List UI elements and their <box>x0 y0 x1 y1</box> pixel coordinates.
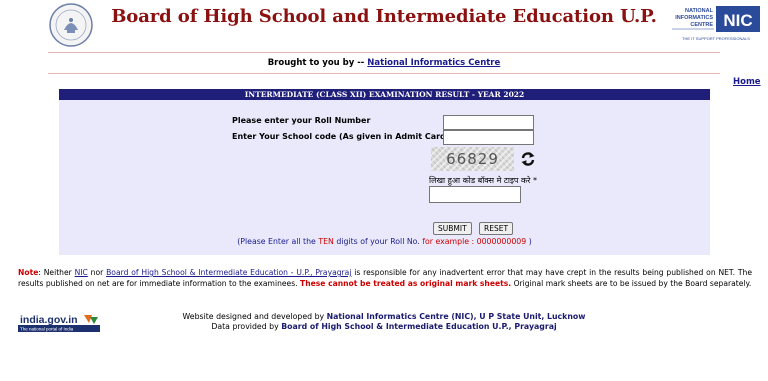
credits-line-2: Data provided by Board of High School & … <box>0 322 768 332</box>
roll-note-example: for example : 0000000009 <box>422 237 527 246</box>
school-code-input[interactable] <box>443 130 534 145</box>
nic-logo-line-2: INFORMATICS <box>675 15 713 21</box>
roll-note-prefix: (Please Enter all the <box>237 237 316 246</box>
roll-note-mid: digits of your Roll No. <box>336 237 420 246</box>
roll-number-note: (Please Enter all the TEN digits of your… <box>59 237 710 246</box>
board-title: Board of High School and Intermediate Ed… <box>111 6 657 27</box>
form-title-bar: INTERMEDIATE (CLASS XII) EXAMINATION RES… <box>59 89 710 100</box>
header-divider-bottom <box>48 73 720 74</box>
credits-data-provider: Board of High School & Intermediate Educ… <box>281 322 557 331</box>
home-link[interactable]: Home <box>733 77 761 87</box>
board-note-link[interactable]: Board of High School & Intermediate Educ… <box>106 268 351 277</box>
credits: Website designed and developed by Nation… <box>0 312 768 332</box>
note-warning: These cannot be treated as original mark… <box>300 278 512 288</box>
nic-logo-line-1: NATIONAL <box>685 8 714 14</box>
note-text-4: Original mark sheets are to be issued by… <box>513 278 752 288</box>
note-text-1: : Neither <box>38 268 72 277</box>
submit-button[interactable]: SUBMIT <box>433 222 472 235</box>
credits-line-1: Website designed and developed by Nation… <box>0 312 768 322</box>
brought-by-prefix: Brought to you by -- <box>267 58 365 68</box>
nic-logo-tagline: THE IT SUPPORT PROFESSIONALS <box>682 36 750 41</box>
reset-button[interactable]: RESET <box>479 222 514 235</box>
roll-number-label: Please enter your Roll Number <box>232 116 371 125</box>
note-label: Note <box>18 268 39 277</box>
brought-by-line: Brought to you by -- National Informatic… <box>0 58 768 68</box>
nic-link[interactable]: National Informatics Centre <box>367 58 500 68</box>
credits-designer: National Informatics Centre (NIC), U P S… <box>326 312 586 321</box>
roll-note-suffix: ) <box>528 237 532 246</box>
captcha-hint-label: लिखा हुआ कोड बॉक्स मे टाइप करे * <box>429 176 537 185</box>
roll-number-input[interactable] <box>443 115 534 130</box>
disclaimer-note: Note: Neither NIC nor Board of High Scho… <box>18 268 752 289</box>
nic-logo: NATIONAL INFORMATICS CENTRE NIC THE IT S… <box>672 6 760 41</box>
header-divider-top <box>48 52 720 53</box>
credits-data-prefix: Data provided by <box>211 322 279 331</box>
refresh-captcha-icon[interactable] <box>520 151 536 167</box>
credits-designed-prefix: Website designed and developed by <box>182 312 325 321</box>
captcha-image: 66829 <box>431 147 514 171</box>
result-form-panel: INTERMEDIATE (CLASS XII) EXAMINATION RES… <box>59 89 710 255</box>
nic-note-link[interactable]: NIC <box>75 268 88 277</box>
nic-logo-line-3: CENTRE <box>690 22 713 28</box>
nic-logo-mark: NIC <box>723 11 752 30</box>
roll-note-ten: TEN <box>318 237 334 246</box>
note-text-2: nor <box>90 268 104 277</box>
captcha-input[interactable] <box>429 186 521 203</box>
school-code-label: Enter Your School code (As given in Admi… <box>232 132 450 141</box>
